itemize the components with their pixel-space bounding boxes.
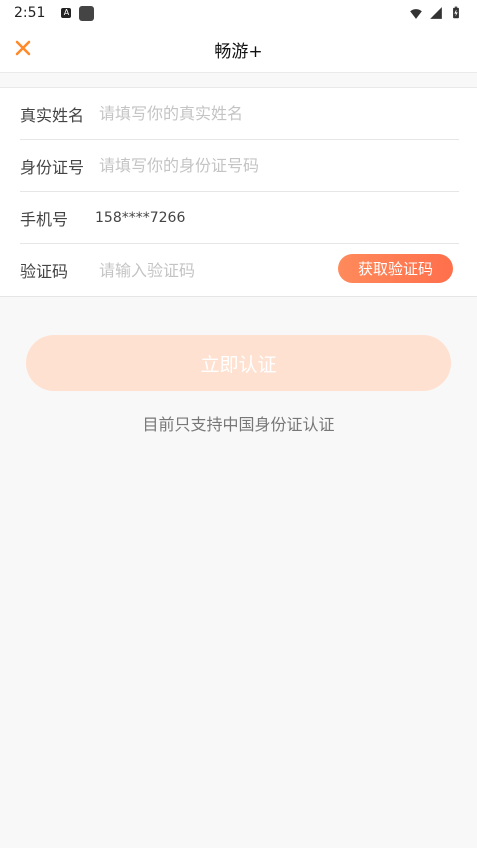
close-button[interactable]	[12, 37, 34, 59]
get-code-button[interactable]: 获取验证码	[337, 254, 453, 283]
signal-icon	[430, 7, 442, 19]
code-label: 验证码	[20, 262, 69, 281]
verification-form: 真实姓名 身份证号 手机号 158****7266 验证码 获取验证码	[0, 88, 477, 297]
close-icon	[15, 40, 31, 56]
support-notice: 目前只支持中国身份证认证	[142, 415, 335, 434]
name-row: 真实姓名	[20, 88, 459, 140]
status-right	[409, 6, 463, 20]
submit-section: 立即认证 目前只支持中国身份证认证	[0, 297, 477, 435]
name-input[interactable]	[99, 104, 459, 123]
phone-row: 手机号 158****7266	[20, 192, 459, 244]
id-card-label: 身份证号	[20, 157, 85, 177]
phone-value: 158****7266	[95, 209, 186, 226]
text-indicator-icon: A	[61, 8, 72, 18]
notification-icon	[79, 5, 95, 21]
status-left: 2:51 A	[14, 5, 95, 21]
id-card-row: 身份证号	[20, 140, 459, 192]
id-card-input[interactable]	[99, 156, 459, 175]
phone-label: 手机号	[20, 209, 69, 229]
section-gap	[0, 73, 477, 88]
submit-button[interactable]: 立即认证	[26, 335, 451, 391]
wifi-icon	[410, 9, 422, 19]
status-bar: 2:51 A	[0, 0, 477, 26]
page-title: 畅游+	[214, 41, 263, 62]
name-label: 真实姓名	[20, 105, 85, 125]
code-row: 验证码 获取验证码	[20, 244, 459, 296]
battery-icon	[453, 6, 459, 19]
title-bar: 畅游+	[0, 26, 477, 73]
status-time: 2:51	[14, 5, 46, 21]
